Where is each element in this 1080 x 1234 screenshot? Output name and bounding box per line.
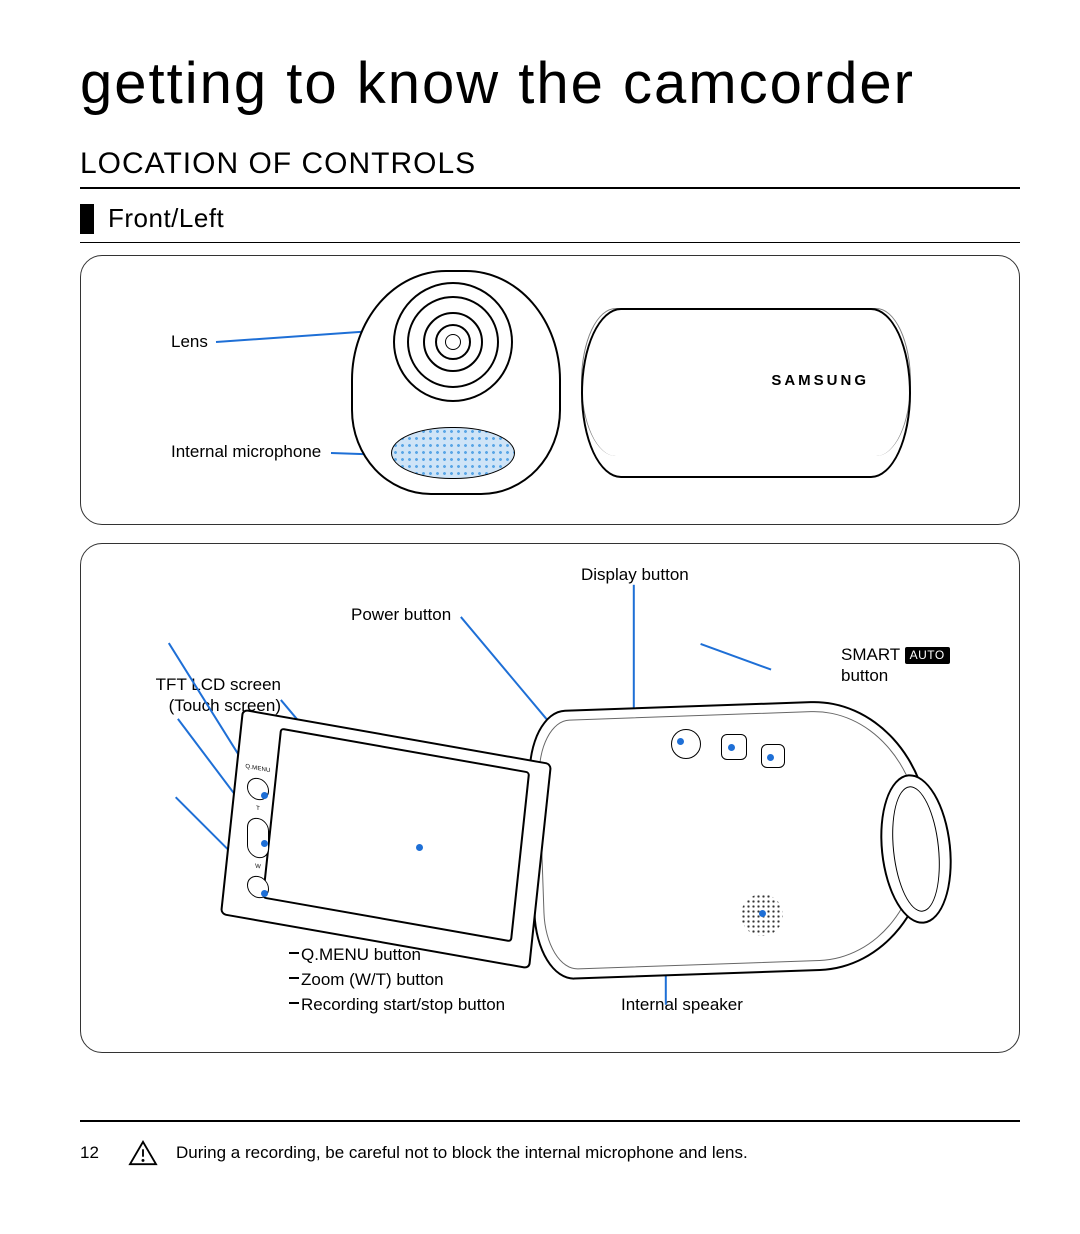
footnote-row: 12 During a recording, be careful not to…	[80, 1140, 1020, 1166]
warning-icon	[128, 1140, 158, 1166]
chapter-title: getting to know the camcorder	[80, 50, 1080, 117]
callout-marker	[261, 840, 268, 847]
lens-icon	[393, 282, 513, 402]
page-number: 12	[80, 1143, 110, 1163]
callout-marker	[677, 738, 684, 745]
label-display-button: Display button	[581, 564, 689, 585]
footer-divider	[80, 1120, 1020, 1122]
label-smart-auto-button: SMART AUTO button	[841, 644, 950, 687]
footnote-text: During a recording, be careful not to bl…	[176, 1143, 748, 1163]
label-lens: Lens	[171, 331, 208, 352]
callout-marker	[416, 844, 423, 851]
callout-marker	[759, 910, 766, 917]
callout-marker	[767, 754, 774, 761]
callout-marker	[261, 890, 268, 897]
leader-line	[700, 643, 771, 670]
label-internal-mic: Internal microphone	[171, 441, 321, 462]
diagram-panel-left: Display button Power button SMART AUTO b…	[80, 543, 1020, 1053]
brand-logo: SAMSUNG	[771, 372, 869, 389]
callout-marker	[728, 744, 735, 751]
diagram-panel-front: Lens Internal microphone SAMSUNG	[80, 255, 1020, 525]
microphone-grille-icon	[391, 427, 515, 479]
section-heading: LOCATION OF CONTROLS	[80, 147, 1020, 189]
subsection-row: Front/Left	[80, 203, 1020, 243]
subsection-label: Front/Left	[108, 203, 224, 234]
power-button-icon	[671, 729, 701, 759]
zoom-button-icon	[247, 816, 269, 860]
label-power-button: Power button	[351, 604, 451, 625]
callout-marker	[261, 792, 268, 799]
camcorder-left-illustration: Q.MENU T W	[201, 684, 961, 1014]
auto-badge-icon: AUTO	[905, 647, 950, 664]
subsection-marker	[80, 204, 94, 234]
camcorder-front-illustration: SAMSUNG	[381, 278, 941, 498]
